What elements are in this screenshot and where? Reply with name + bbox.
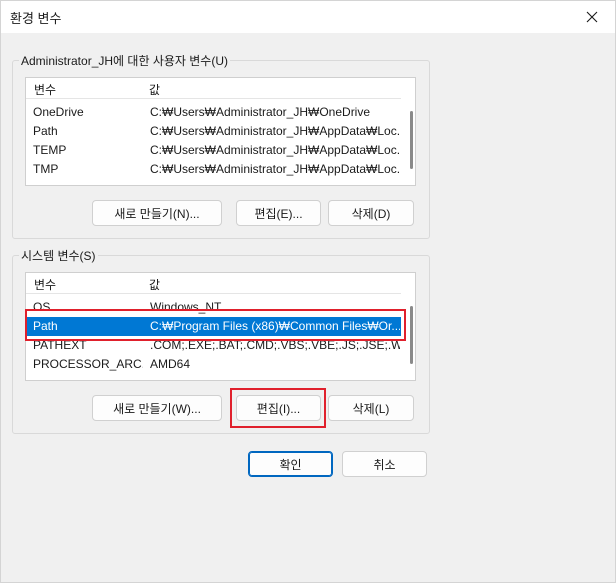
variable-name: TMP bbox=[33, 162, 59, 176]
system-variables-label: 시스템 변수(S) bbox=[21, 249, 96, 263]
user-variables-list[interactable]: 변수 값 OneDrive C:₩Users₩Administrator_JH₩… bbox=[25, 77, 416, 186]
variable-value: Windows_NT bbox=[150, 300, 222, 314]
variable-value: C:₩Users₩Administrator_JH₩AppData₩Loc... bbox=[150, 143, 400, 157]
list-header: 변수 값 bbox=[26, 78, 401, 99]
system-var-row-pathext[interactable]: PATHEXT .COM;.EXE;.BAT;.CMD;.VBS;.VBE;.J… bbox=[27, 336, 401, 355]
user-list-scrollbar[interactable] bbox=[410, 111, 413, 169]
user-new-button[interactable]: 새로 만들기(N)... bbox=[92, 200, 222, 226]
user-edit-button[interactable]: 편집(E)... bbox=[236, 200, 321, 226]
column-header-value[interactable]: 값 bbox=[149, 81, 160, 98]
column-header-value[interactable]: 값 bbox=[149, 276, 160, 293]
column-header-variable[interactable]: 변수 bbox=[34, 81, 56, 98]
variable-value: C:₩Users₩Administrator_JH₩AppData₩Loc... bbox=[150, 124, 400, 138]
variable-value: C:₩Program Files (x86)₩Common Files₩Or..… bbox=[150, 319, 400, 333]
system-list-scrollbar[interactable] bbox=[410, 306, 413, 364]
system-var-row-processor-arch[interactable]: PROCESSOR_ARC... AMD64 bbox=[27, 355, 401, 374]
system-var-row-os[interactable]: OS Windows_NT bbox=[27, 298, 401, 317]
user-var-row-tmp[interactable]: TMP C:₩Users₩Administrator_JH₩AppData₩Lo… bbox=[27, 160, 401, 179]
title-bar: 환경 변수 bbox=[1, 1, 615, 33]
variable-value: C:₩Users₩Administrator_JH₩OneDrive bbox=[150, 105, 371, 119]
variable-value: C:₩Users₩Administrator_JH₩AppData₩Loc... bbox=[150, 162, 400, 176]
list-header: 변수 값 bbox=[26, 273, 401, 294]
column-header-variable[interactable]: 변수 bbox=[34, 276, 56, 293]
variable-name: PATHEXT bbox=[33, 338, 87, 352]
variable-name: OneDrive bbox=[33, 105, 84, 119]
user-var-row-path[interactable]: Path C:₩Users₩Administrator_JH₩AppData₩L… bbox=[27, 122, 401, 141]
system-var-row-path[interactable]: Path C:₩Program Files (x86)₩Common Files… bbox=[27, 317, 401, 336]
window-title: 환경 변수 bbox=[10, 11, 62, 26]
variable-name: TEMP bbox=[33, 143, 67, 157]
variable-value: .COM;.EXE;.BAT;.CMD;.VBS;.VBE;.JS;.JSE;.… bbox=[150, 338, 400, 352]
system-new-button[interactable]: 새로 만들기(W)... bbox=[92, 395, 222, 421]
user-var-row-temp[interactable]: TEMP C:₩Users₩Administrator_JH₩AppData₩L… bbox=[27, 141, 401, 160]
variable-name: Path bbox=[33, 319, 58, 333]
user-delete-button[interactable]: 삭제(D) bbox=[328, 200, 414, 226]
close-button[interactable] bbox=[569, 1, 615, 33]
system-variables-list[interactable]: 변수 값 OS Windows_NT Path C:₩Program Files… bbox=[25, 272, 416, 381]
environment-variables-dialog: 환경 변수 Administrator_JH에 대한 사용자 변수(U) 변수 … bbox=[0, 0, 616, 583]
cancel-button[interactable]: 취소 bbox=[342, 451, 427, 477]
variable-name: Path bbox=[33, 124, 58, 138]
user-variables-label: Administrator_JH에 대한 사용자 변수(U) bbox=[21, 54, 229, 68]
variable-name: OS bbox=[33, 300, 51, 314]
close-icon bbox=[586, 11, 598, 23]
user-var-row-onedrive[interactable]: OneDrive C:₩Users₩Administrator_JH₩OneDr… bbox=[27, 103, 401, 122]
system-edit-button[interactable]: 편집(I)... bbox=[236, 395, 321, 421]
variable-value: AMD64 bbox=[150, 357, 191, 371]
ok-button[interactable]: 확인 bbox=[248, 451, 333, 477]
system-delete-button[interactable]: 삭제(L) bbox=[328, 395, 414, 421]
variable-name: PROCESSOR_ARC... bbox=[33, 357, 143, 371]
